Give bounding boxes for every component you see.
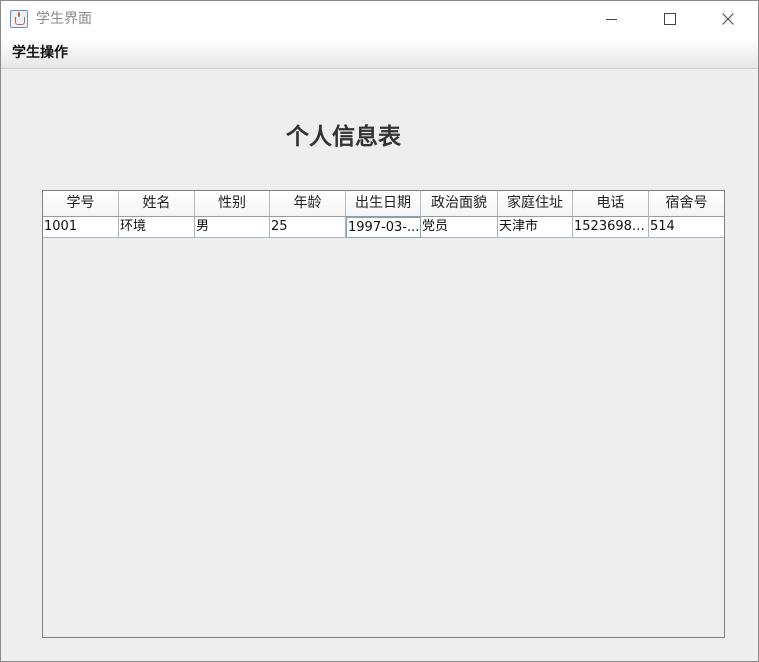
maximize-button[interactable] xyxy=(641,1,699,38)
table-cell[interactable]: 党员 xyxy=(421,217,498,238)
column-header-political-status[interactable]: 政治面貌 xyxy=(421,191,498,217)
minimize-icon xyxy=(606,19,617,20)
table-cell[interactable]: 天津市 xyxy=(498,217,573,238)
table-header: 学号 姓名 性别 年龄 出生日期 政治面貌 家庭住址 电话 宿舍号 xyxy=(43,191,724,217)
table-cell[interactable]: 环境 xyxy=(119,217,195,238)
table-cell[interactable]: 514 xyxy=(649,217,724,238)
info-table[interactable]: 学号 姓名 性别 年龄 出生日期 政治面貌 家庭住址 电话 宿舍号 1001 环… xyxy=(42,190,725,638)
column-header-age[interactable]: 年龄 xyxy=(270,191,346,217)
menu-bar: 学生操作 xyxy=(1,38,758,69)
column-header-home-address[interactable]: 家庭住址 xyxy=(498,191,573,217)
table-cell[interactable]: 1001 xyxy=(43,217,119,238)
close-icon xyxy=(722,13,734,25)
column-header-gender[interactable]: 性别 xyxy=(195,191,270,217)
column-header-student-id[interactable]: 学号 xyxy=(43,191,119,217)
table-cell[interactable]: 25 xyxy=(270,217,346,238)
table-cell[interactable]: 1997-03-... xyxy=(346,217,421,238)
window-title: 学生界面 xyxy=(36,11,92,27)
column-header-name[interactable]: 姓名 xyxy=(119,191,195,217)
maximize-icon xyxy=(664,13,676,25)
table-cell[interactable]: 15236987... xyxy=(573,217,649,238)
column-header-dorm-number[interactable]: 宿舍号 xyxy=(649,191,724,217)
title-bar[interactable]: 学生界面 xyxy=(1,1,758,38)
application-window: 学生界面 学生操作 个人信息表 学号 姓名 性别 年龄 出生日期 政治面貌 家庭… xyxy=(0,0,759,662)
minimize-button[interactable] xyxy=(583,1,641,38)
column-header-phone[interactable]: 电话 xyxy=(573,191,649,217)
table-cell[interactable]: 男 xyxy=(195,217,270,238)
menu-student-operations[interactable]: 学生操作 xyxy=(12,45,68,61)
column-header-birth-date[interactable]: 出生日期 xyxy=(346,191,421,217)
java-cup-icon xyxy=(10,10,28,28)
page-title: 个人信息表 xyxy=(286,124,401,150)
close-button[interactable] xyxy=(699,1,757,38)
table-row[interactable]: 1001 环境 男 25 1997-03-... 党员 天津市 15236987… xyxy=(43,217,724,238)
